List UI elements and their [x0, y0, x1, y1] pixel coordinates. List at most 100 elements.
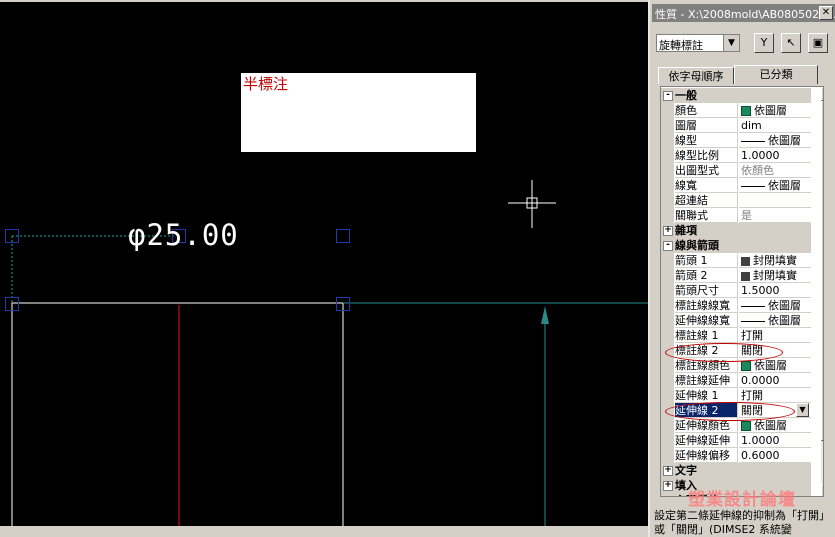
property-row[interactable]: 標註線線寬 依圖層: [661, 298, 811, 313]
property-value[interactable]: 依圖層: [739, 178, 811, 193]
row-gutter: [661, 178, 674, 193]
property-row[interactable]: 箭頭 1 封閉填實: [661, 253, 811, 268]
grip-handle[interactable]: [5, 229, 19, 243]
property-value[interactable]: 1.0000: [739, 148, 811, 163]
property-value-text: 依圖層: [768, 314, 801, 327]
linetype-sample-icon: [741, 140, 765, 142]
property-row[interactable]: 延伸線線寬 依圖層: [661, 313, 811, 328]
property-row[interactable]: 延伸線延伸 1.0000: [661, 433, 811, 448]
row-gutter: [661, 448, 674, 463]
property-row[interactable]: 關聯式是: [661, 208, 811, 223]
expand-icon[interactable]: +: [663, 481, 673, 491]
highlight-oval: [665, 402, 795, 421]
scroll-up-icon[interactable]: ▲: [821, 87, 823, 101]
note-text: 半標注: [243, 75, 289, 93]
property-value[interactable]: 打開: [739, 328, 811, 343]
property-value[interactable]: [739, 193, 811, 208]
grip-handle[interactable]: [336, 297, 350, 311]
tab-categorized[interactable]: 已分類: [734, 65, 818, 84]
row-gutter: [661, 253, 674, 268]
property-description: 設定第二條延伸線的抑制為「打開」或「關閉」(DIMSE2 系統變: [654, 509, 830, 536]
property-value[interactable]: 依圖層: [739, 298, 811, 313]
property-value-text: 1.5000: [741, 284, 780, 297]
close-button[interactable]: ✕: [819, 6, 833, 20]
row-gutter: [661, 268, 674, 283]
category-general[interactable]: - 一般: [661, 88, 811, 103]
category-text[interactable]: + 文字: [661, 463, 811, 478]
property-value[interactable]: 依顏色: [739, 163, 811, 178]
property-name: 標註線延伸: [675, 373, 738, 388]
property-value-text: 依顏色: [741, 164, 774, 177]
category-lines_arrows[interactable]: - 線與箭頭: [661, 238, 811, 253]
property-value[interactable]: 封閉填實: [739, 253, 811, 268]
property-value-text: 依圖層: [754, 104, 787, 117]
drawing-canvas[interactable]: 半標注 φ25.00: [0, 0, 648, 537]
property-value[interactable]: dim: [739, 118, 811, 133]
property-row[interactable]: 圖層 dim: [661, 118, 811, 133]
property-row[interactable]: 線型 依圖層: [661, 133, 811, 148]
expand-icon[interactable]: +: [663, 226, 673, 236]
chevron-down-icon: ▼: [723, 35, 739, 51]
property-row[interactable]: 線寬 依圖層: [661, 178, 811, 193]
property-value[interactable]: 封閉填實: [739, 268, 811, 283]
property-value[interactable]: 依圖層: [739, 133, 811, 148]
quick-select-button[interactable]: Y: [754, 33, 774, 53]
object-type-value: 旋轉標註: [659, 39, 703, 52]
property-row[interactable]: 箭頭 2 封閉填實: [661, 268, 811, 283]
property-value[interactable]: 依圖層: [739, 103, 811, 118]
property-value-text: 0.0000: [741, 374, 780, 387]
property-row[interactable]: 出圖型式 依顏色: [661, 163, 811, 178]
property-name: 延伸線延伸: [675, 433, 738, 448]
property-value-text: 依圖層: [768, 134, 801, 147]
tab-alphabetic[interactable]: 依字母順序: [658, 67, 734, 84]
row-gutter: [661, 118, 674, 133]
property-name: 出圖型式: [675, 163, 738, 178]
property-value[interactable]: 1.0000: [739, 433, 811, 448]
property-row[interactable]: 延伸線 1 打開: [661, 388, 811, 403]
property-row[interactable]: 線型比例 1.0000: [661, 148, 811, 163]
property-name: 延伸線偏移: [675, 448, 738, 463]
property-value-text: 封閉填實: [753, 269, 797, 282]
property-value[interactable]: 打開: [739, 388, 811, 403]
property-row[interactable]: 標註線 1 打開: [661, 328, 811, 343]
property-value[interactable]: 是: [739, 208, 811, 223]
property-value-text: 依圖層: [754, 359, 787, 372]
grid-scrollbar[interactable]: ▲ ▼: [821, 87, 823, 496]
property-row[interactable]: 標註線延伸 0.0000: [661, 373, 811, 388]
grip-handle[interactable]: [336, 229, 350, 243]
pickadd-toggle-button[interactable]: ▣: [808, 33, 828, 53]
property-name: 線型: [675, 133, 738, 148]
property-value[interactable]: 0.6000: [739, 448, 811, 463]
property-name: 關聯式: [675, 208, 738, 223]
expand-icon[interactable]: +: [664, 496, 672, 497]
property-row[interactable]: 顏色 依圖層: [661, 103, 811, 118]
row-gutter: [661, 283, 674, 298]
select-objects-button[interactable]: ↖: [781, 33, 801, 53]
collapse-icon[interactable]: -: [663, 91, 673, 101]
property-value[interactable]: 依圖層: [739, 313, 811, 328]
scroll-down-icon[interactable]: ▼: [821, 484, 823, 496]
collapse-icon[interactable]: -: [663, 241, 673, 251]
grip-handle[interactable]: [5, 297, 19, 311]
property-value[interactable]: 1.5000: [739, 283, 811, 298]
row-gutter: [661, 148, 674, 163]
property-value[interactable]: 0.0000: [739, 373, 811, 388]
scroll-thumb[interactable]: [821, 101, 823, 441]
row-gutter: [661, 418, 674, 433]
note-textbox[interactable]: 半標注: [241, 73, 476, 152]
dimension-text[interactable]: φ25.00: [128, 218, 239, 252]
property-row[interactable]: 箭頭尺寸 1.5000: [661, 283, 811, 298]
chevron-down-icon[interactable]: ▼: [796, 403, 809, 417]
palette-titlebar[interactable]: 性質 - X:\2008mold\AB0805024... ✕: [652, 4, 835, 22]
expand-icon[interactable]: +: [663, 466, 673, 476]
category-label: 線與箭頭: [675, 239, 719, 252]
row-gutter: [661, 133, 674, 148]
property-name: 圖層: [675, 118, 738, 133]
command-toolbar-strip: [0, 526, 648, 537]
property-value-text: 打開: [741, 389, 763, 402]
object-type-select[interactable]: 旋轉標註 ▼: [656, 34, 740, 52]
property-row[interactable]: 超連結: [661, 193, 811, 208]
category-misc[interactable]: + 雜項: [661, 223, 811, 238]
property-row[interactable]: 延伸線偏移 0.6000: [661, 448, 811, 463]
palette-title: 性質 - X:\2008mold\AB0805024...: [655, 8, 835, 21]
